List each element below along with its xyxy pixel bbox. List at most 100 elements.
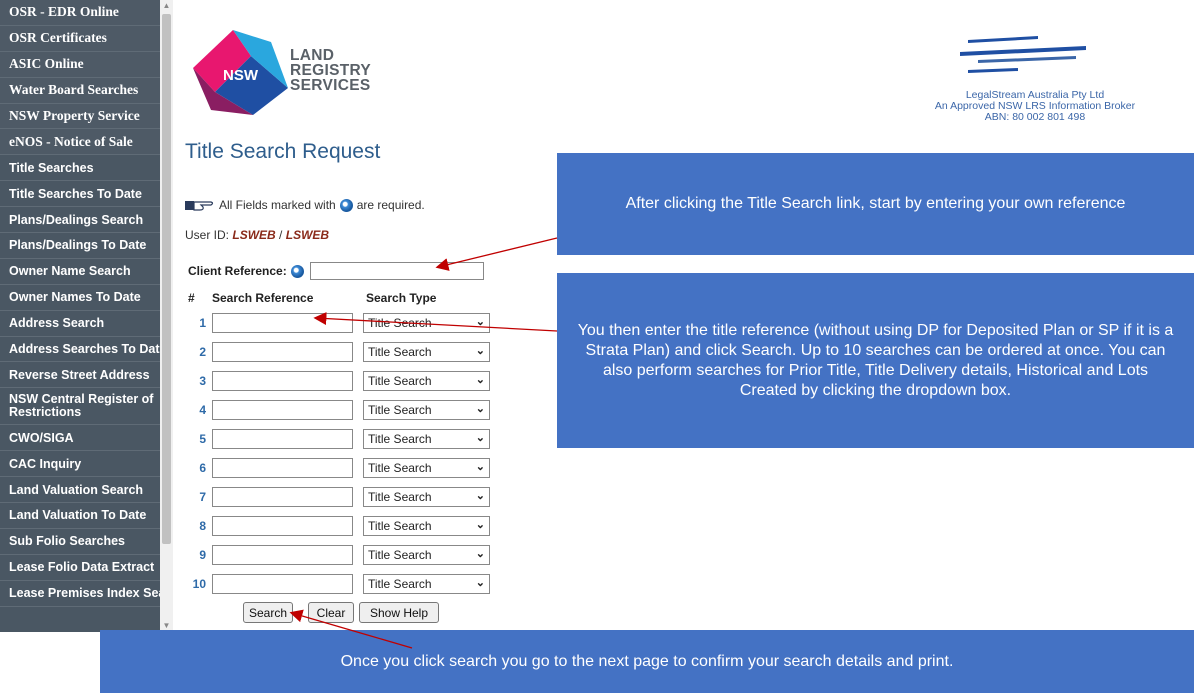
sidebar-item[interactable]: Sub Folio Searches xyxy=(0,529,160,555)
search-reference-input[interactable] xyxy=(212,545,353,565)
search-type-select[interactable]: Title Search ⌄ xyxy=(363,574,490,594)
callout-client-reference: After clicking the Title Search link, st… xyxy=(557,153,1194,255)
chevron-down-icon: ⌄ xyxy=(475,548,485,560)
sidebar-item[interactable]: ASIC Online xyxy=(0,51,160,78)
search-type-value: Title Search xyxy=(368,345,432,359)
sidebar-item[interactable]: eNOS - Notice of Sale xyxy=(0,129,160,156)
pointing-hand-icon xyxy=(185,201,214,211)
chevron-down-icon: ⌄ xyxy=(475,374,485,386)
sidebar-item[interactable]: Address Searches To Date xyxy=(0,337,160,363)
search-type-select[interactable]: Title Search ⌄ xyxy=(363,429,490,449)
search-type-value: Title Search xyxy=(368,548,432,562)
lrs-line-3: SERVICES xyxy=(290,77,371,94)
row-number: 2 xyxy=(199,345,206,359)
required-dot-icon xyxy=(339,198,353,212)
show-help-button[interactable]: Show Help xyxy=(359,602,439,623)
search-type-select[interactable]: Title Search ⌄ xyxy=(363,545,490,565)
sidebar-item[interactable]: Owner Names To Date xyxy=(0,285,160,311)
lrs-logo-text: LAND REGISTRY SERVICES xyxy=(290,47,372,94)
search-reference-input[interactable] xyxy=(212,516,353,536)
search-reference-input[interactable] xyxy=(212,342,353,362)
search-type-select[interactable]: Title Search ⌄ xyxy=(363,516,490,536)
clear-button[interactable]: Clear xyxy=(308,602,354,623)
row-number: 10 xyxy=(192,577,206,591)
search-type-select[interactable]: Title Search ⌄ xyxy=(363,458,490,478)
lrs-line-2: REGISTRY xyxy=(290,62,372,79)
nsw-badge-text: NSW xyxy=(223,67,259,84)
search-type-select[interactable]: Title Search ⌄ xyxy=(363,400,490,420)
required-note: All Fields marked with are required. xyxy=(185,198,425,212)
required-prefix: All Fields marked with xyxy=(219,198,336,212)
row-number: 8 xyxy=(199,519,206,533)
client-reference-label: Client Reference: xyxy=(188,264,287,278)
search-reference-input[interactable] xyxy=(212,574,353,594)
sidebar-item[interactable]: OSR - EDR Online xyxy=(0,0,160,26)
sidebar-item[interactable]: Plans/Dealings To Date xyxy=(0,233,160,259)
sidebar-item[interactable]: Reverse Street Address xyxy=(0,362,160,389)
scroll-thumb[interactable] xyxy=(162,14,171,544)
client-reference-row: Client Reference: xyxy=(188,262,484,280)
column-header-search-type: Search Type xyxy=(366,291,437,305)
row-number: 3 xyxy=(199,374,206,388)
search-type-value: Title Search xyxy=(368,374,432,388)
search-button[interactable]: Search xyxy=(243,602,293,623)
user-id-2: LSWEB xyxy=(285,228,330,242)
callout-search-next: Once you click search you go to the next… xyxy=(100,630,1194,693)
sidebar-item[interactable]: Land Valuation To Date xyxy=(0,503,160,529)
required-suffix: are required. xyxy=(356,198,425,212)
chevron-down-icon: ⌄ xyxy=(475,432,485,444)
sidebar-item[interactable]: Title Searches To Date xyxy=(0,181,160,208)
client-reference-input[interactable] xyxy=(309,262,484,280)
sidebar-item[interactable]: Lease Folio Data Extract xyxy=(0,555,160,581)
search-type-value: Title Search xyxy=(368,432,432,446)
search-reference-input[interactable] xyxy=(212,313,353,333)
sidebar-item[interactable]: Water Board Searches xyxy=(0,77,160,104)
user-id-line: User ID: LSWEB / LSWEB xyxy=(185,228,329,242)
user-id-1: LSWEB xyxy=(232,228,276,242)
search-type-select[interactable]: Title Search ⌄ xyxy=(363,371,490,391)
sidebar-item[interactable]: OSR Certificates xyxy=(0,25,160,52)
required-dot-icon xyxy=(290,264,304,278)
search-type-value: Title Search xyxy=(368,461,432,475)
sidebar-item[interactable]: CAC Inquiry xyxy=(0,451,160,478)
sidebar-item[interactable]: Land Valuation Search xyxy=(0,477,160,504)
lrs-line-1: LAND xyxy=(290,47,335,64)
search-type-select[interactable]: Title Search ⌄ xyxy=(363,313,490,333)
column-header-number: # xyxy=(188,291,195,305)
search-type-value: Title Search xyxy=(368,490,432,504)
search-type-value: Title Search xyxy=(368,577,432,591)
search-reference-input[interactable] xyxy=(212,429,353,449)
sidebar-item[interactable]: Plans/Dealings Search xyxy=(0,207,160,234)
search-reference-input[interactable] xyxy=(212,371,353,391)
row-number: 9 xyxy=(199,548,206,562)
search-reference-input[interactable] xyxy=(212,487,353,507)
row-number: 4 xyxy=(199,403,206,417)
callout-title-reference: You then enter the title reference (with… xyxy=(557,273,1194,448)
row-number: 1 xyxy=(199,316,206,330)
chevron-down-icon: ⌄ xyxy=(475,316,485,328)
column-header-search-reference: Search Reference xyxy=(212,291,314,305)
search-type-select[interactable]: Title Search ⌄ xyxy=(363,487,490,507)
user-id-label: User ID: xyxy=(185,228,230,242)
sidebar-item[interactable]: NSW Property Service xyxy=(0,103,160,130)
broker-abn: ABN: 80 002 801 498 xyxy=(984,111,1086,123)
chevron-down-icon: ⌄ xyxy=(475,519,485,531)
search-reference-input[interactable] xyxy=(212,400,353,420)
sidebar-scrollbar[interactable]: ▲ ▼ xyxy=(160,0,173,632)
search-type-value: Title Search xyxy=(368,403,432,417)
chevron-down-icon: ⌄ xyxy=(475,403,485,415)
sidebar-item[interactable]: Address Search xyxy=(0,311,160,337)
sidebar-item[interactable]: Owner Name Search xyxy=(0,259,160,285)
search-type-select[interactable]: Title Search ⌄ xyxy=(363,342,490,362)
search-type-value: Title Search xyxy=(368,316,432,330)
sidebar-item[interactable]: NSW Central Register of Restrictions xyxy=(0,388,160,426)
broker-info: LegalStream Australia Pty Ltd An Approve… xyxy=(880,90,1190,123)
scroll-up-arrow-icon[interactable]: ▲ xyxy=(160,0,173,12)
user-id-sep: / xyxy=(279,228,283,242)
chevron-down-icon: ⌄ xyxy=(475,345,485,357)
chevron-down-icon: ⌄ xyxy=(475,490,485,502)
sidebar-item[interactable]: CWO/SIGA xyxy=(0,425,160,452)
sidebar-item[interactable]: Title Searches xyxy=(0,155,160,182)
search-reference-input[interactable] xyxy=(212,458,353,478)
sidebar-item[interactable]: Lease Premises Index Search xyxy=(0,581,160,607)
